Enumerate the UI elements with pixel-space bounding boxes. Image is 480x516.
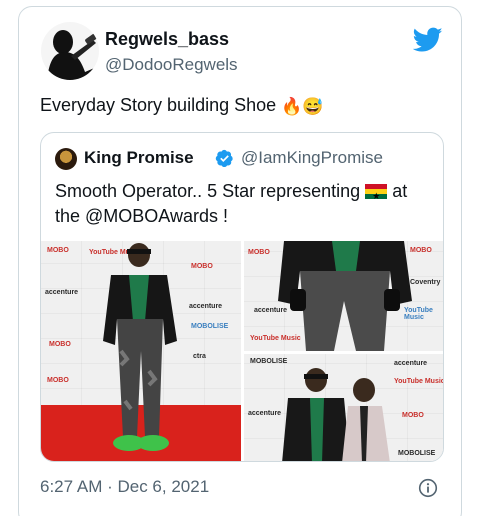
author-avatar[interactable] xyxy=(41,22,99,80)
media-grid[interactable]: MOBO YouTube Music MOBO accenture accent… xyxy=(41,241,443,461)
quoted-tweet-text: Smooth Operator.. 5 Star representing at… xyxy=(55,179,435,229)
photo-two-people[interactable]: MOBOLISE accenture YouTube Music accentu… xyxy=(244,354,443,461)
tweet-body: Everyday Story building Shoe 🔥😅 xyxy=(40,95,324,117)
verified-badge-icon xyxy=(215,149,233,168)
tweet-card[interactable]: Regwels_bass @DodooRegwels Everyday Stor… xyxy=(18,6,462,516)
twitter-bird-icon[interactable] xyxy=(413,27,443,53)
quoted-text-line1-end: at xyxy=(392,181,408,201)
person-figure xyxy=(103,243,177,451)
jacket-figure xyxy=(278,241,412,351)
quoted-tweet[interactable]: King Promise @IamKingPromise Smooth Oper… xyxy=(40,132,444,462)
fire-emoji: 🔥 xyxy=(281,97,303,116)
quoted-text-line1: Smooth Operator.. 5 Star representing xyxy=(55,181,361,201)
quoted-author-avatar[interactable] xyxy=(55,148,77,170)
ghana-flag-emoji xyxy=(365,184,388,210)
info-icon[interactable] xyxy=(418,478,438,498)
quoted-author-handle[interactable]: @IamKingPromise xyxy=(241,148,383,168)
quoted-text-line2: the @MOBOAwards ! xyxy=(55,206,228,226)
photo-red-carpet[interactable]: MOBO YouTube Music MOBO accenture accent… xyxy=(41,241,241,461)
author-handle[interactable]: @DodooRegwels xyxy=(105,55,238,75)
grinning-sweat-emoji: 😅 xyxy=(302,97,324,116)
two-people-figure xyxy=(282,368,390,461)
quoted-author-display-name[interactable]: King Promise xyxy=(84,148,194,168)
author-avatar-image xyxy=(41,22,99,80)
tweet-timestamp[interactable]: 6:27 AM · Dec 6, 2021 xyxy=(40,477,209,497)
author-display-name[interactable]: Regwels_bass xyxy=(105,29,229,50)
tweet-text: Everyday Story building Shoe xyxy=(40,95,277,115)
photo-jacket-closeup[interactable]: MOBO MOBO Coventry accenture YouTube Mus… xyxy=(244,241,443,351)
